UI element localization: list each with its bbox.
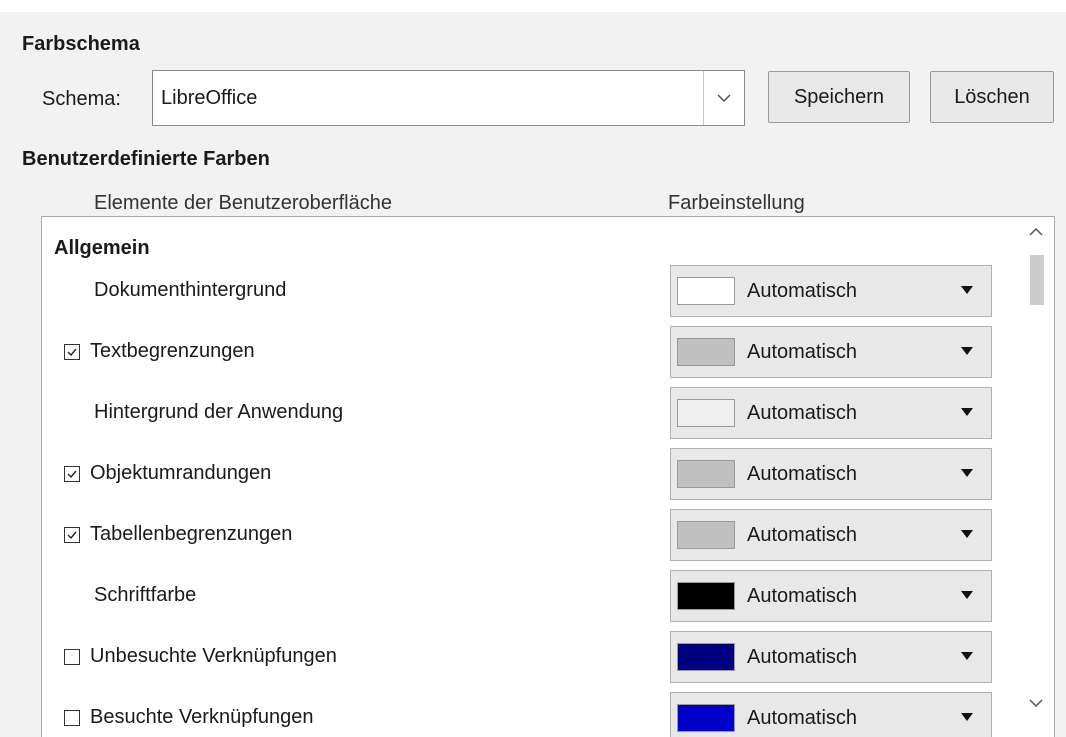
color-row: Dokumenthintergrund Automatisch <box>42 261 1018 321</box>
color-dropdown[interactable]: Automatisch <box>670 631 992 683</box>
color-elements-list[interactable]: Allgemein Dokumenthintergrund Automatisch… <box>41 216 1055 737</box>
triangle-down-icon[interactable] <box>961 652 973 660</box>
color-name: Automatisch <box>747 402 858 424</box>
checkmark-icon <box>67 470 77 479</box>
options-dialog-panel: Farbschema Schema: LibreOffice Speichern… <box>0 0 1066 737</box>
color-dropdown[interactable]: Automatisch <box>670 692 992 737</box>
triangle-down-icon[interactable] <box>961 408 973 416</box>
color-row: Textbegrenzungen Automatisch <box>42 322 1018 382</box>
checkmark-icon <box>67 531 77 540</box>
color-dropdown[interactable]: Automatisch <box>670 570 992 622</box>
color-dropdown[interactable]: Automatisch <box>670 448 992 500</box>
row-checkbox[interactable] <box>64 710 80 726</box>
chevron-down-icon[interactable] <box>1029 699 1043 708</box>
color-swatch <box>677 704 735 732</box>
color-swatch <box>677 521 735 549</box>
schema-value: LibreOffice <box>161 87 258 109</box>
triangle-down-icon[interactable] <box>961 286 973 294</box>
color-row: Hintergrund der Anwendung Automatisch <box>42 383 1018 443</box>
row-checkbox[interactable] <box>64 344 80 360</box>
top-band <box>0 0 1066 12</box>
color-swatch <box>677 643 735 671</box>
row-label: Dokumenthintergrund <box>94 279 287 301</box>
row-label: Objektumrandungen <box>90 462 272 484</box>
color-name: Automatisch <box>747 341 858 363</box>
color-name: Automatisch <box>747 707 858 729</box>
row-label: Tabellenbegrenzungen <box>90 523 293 545</box>
triangle-down-icon[interactable] <box>961 469 973 477</box>
row-checkbox[interactable] <box>64 649 80 665</box>
color-swatch <box>677 338 735 366</box>
save-button[interactable]: Speichern <box>768 71 910 123</box>
delete-button[interactable]: Löschen <box>930 71 1054 123</box>
section-title-custom-colors: Benutzerdefinierte Farben <box>22 148 270 170</box>
color-row: Besuchte Verknüpfungen Automatisch <box>42 688 1018 737</box>
triangle-down-icon[interactable] <box>961 713 973 721</box>
row-label: Textbegrenzungen <box>90 340 255 362</box>
row-label: Schriftfarbe <box>94 584 197 606</box>
color-swatch <box>677 277 735 305</box>
color-name: Automatisch <box>747 280 858 302</box>
color-row: Schriftfarbe Automatisch <box>42 566 1018 626</box>
row-label: Besuchte Verknüpfungen <box>90 706 314 728</box>
triangle-down-icon[interactable] <box>961 347 973 355</box>
color-dropdown[interactable]: Automatisch <box>670 326 992 378</box>
checkmark-icon <box>67 348 77 357</box>
triangle-down-icon[interactable] <box>961 530 973 538</box>
group-title-general: Allgemein <box>54 237 150 259</box>
schema-dropdown-button[interactable] <box>703 71 744 125</box>
row-checkbox[interactable] <box>64 466 80 482</box>
color-name: Automatisch <box>747 646 858 668</box>
color-row: Tabellenbegrenzungen Automatisch <box>42 505 1018 565</box>
color-name: Automatisch <box>747 463 858 485</box>
color-swatch <box>677 460 735 488</box>
color-dropdown[interactable]: Automatisch <box>670 265 992 317</box>
chevron-up-icon[interactable] <box>1029 227 1043 236</box>
triangle-down-icon[interactable] <box>961 591 973 599</box>
color-dropdown[interactable]: Automatisch <box>670 387 992 439</box>
color-name: Automatisch <box>747 524 858 546</box>
schema-combobox[interactable]: LibreOffice <box>152 70 745 126</box>
color-dropdown[interactable]: Automatisch <box>670 509 992 561</box>
scrollbar-thumb[interactable] <box>1030 255 1044 305</box>
section-title-color-scheme: Farbschema <box>22 33 140 55</box>
schema-label: Schema: <box>42 88 121 110</box>
color-name: Automatisch <box>747 585 858 607</box>
column-header-ui-elements: Elemente der Benutzeroberfläche <box>94 192 392 214</box>
row-checkbox[interactable] <box>64 527 80 543</box>
row-label: Unbesuchte Verknüpfungen <box>90 645 337 667</box>
color-row: Objektumrandungen Automatisch <box>42 444 1018 504</box>
color-row: Unbesuchte Verknüpfungen Automatisch <box>42 627 1018 687</box>
row-label: Hintergrund der Anwendung <box>94 401 344 423</box>
column-header-color-setting: Farbeinstellung <box>668 192 805 214</box>
color-swatch <box>677 399 735 427</box>
color-swatch <box>677 582 735 610</box>
chevron-down-icon <box>717 94 731 103</box>
vertical-scrollbar[interactable] <box>1020 217 1054 737</box>
